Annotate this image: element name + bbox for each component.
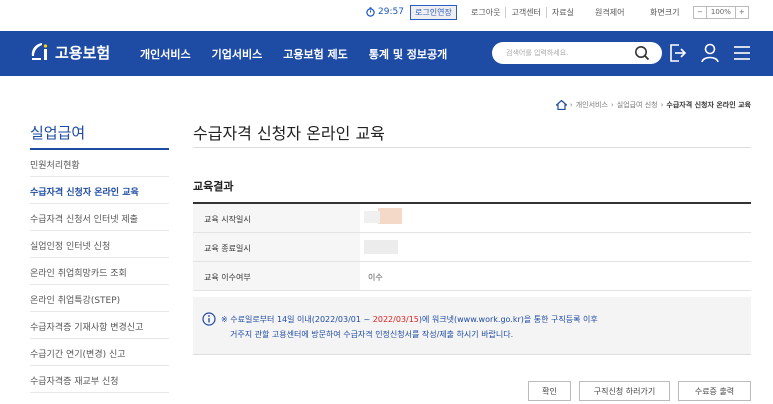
info-icon [202, 312, 216, 326]
global-header: 고용보험 개인서비스 기업서비스 고용보험 제도 통계 및 정보공개 [0, 31, 773, 76]
breadcrumb-current: 수급자격 신청자 온라인 교육 [666, 101, 751, 109]
utility-bar: 29:57 로그인연장 로그아웃 고객센터 자료실 원격제어 화면크기 − 10… [0, 0, 773, 30]
zoom-out-button[interactable]: − [694, 7, 706, 18]
sidebar-item[interactable]: 민원처리현황 [30, 150, 169, 177]
sidebar-item[interactable]: 수급자격 신청서 인터넷 제출 [30, 204, 169, 231]
logout-link[interactable]: 로그아웃 [466, 7, 505, 18]
login-extend-button[interactable]: 로그인연장 [410, 5, 457, 20]
sidebar-list: 민원처리현황 수급자격 신청자 온라인 교육 수급자격 신청서 인터넷 제출 실… [30, 150, 169, 393]
screen-size-label: 화면크기 [650, 8, 680, 17]
result-table: 교육 시작일시 교육 종료일시 교육 이수여부 이수 [193, 202, 751, 291]
logo-icon [31, 43, 48, 60]
sidebar-item[interactable]: 온라인 취업특강(STEP) [30, 285, 169, 312]
session-timer: 29:57 [366, 7, 404, 17]
chevron-right-icon: › [569, 101, 573, 109]
search-box [492, 42, 662, 64]
menu-business[interactable]: 기업서비스 [212, 46, 263, 62]
job-application-button[interactable]: 구직신청 하러가기 [579, 381, 670, 401]
row-label: 교육 종료일시 [193, 233, 360, 261]
notice-line-1: ※ 수료일로부터 14일 이내(2022/03/01 ~ 2022/03/15)… [221, 315, 598, 324]
logo-text: 고용보험 [55, 43, 111, 62]
chevron-right-icon: › [660, 101, 664, 109]
breadcrumb-item[interactable]: 개인서비스 [576, 100, 608, 110]
sidebar-item[interactable]: 수급기간 연기(변경) 신고 [30, 339, 169, 366]
section-title: 교육결과 [193, 180, 234, 193]
table-row: 교육 시작일시 [193, 204, 751, 233]
row-value: 이수 [368, 273, 383, 282]
search-icon[interactable] [634, 45, 650, 61]
customer-center-link[interactable]: 고객센터 [505, 7, 545, 18]
main-menu: 개인서비스 기업서비스 고용보험 제도 통계 및 정보공개 [140, 46, 468, 62]
remote-control-link[interactable]: 원격제어 [595, 7, 624, 18]
table-row: 교육 이수여부 이수 [193, 262, 751, 291]
user-icon[interactable] [700, 42, 720, 64]
row-value [360, 204, 751, 232]
sidebar-title: 실업급여 [30, 122, 169, 150]
sidebar-item[interactable]: 수급자격증 재교부 신청 [30, 366, 169, 393]
home-icon[interactable] [555, 100, 567, 110]
site-logo[interactable]: 고용보험 [29, 41, 110, 63]
action-buttons: 확인 구직신청 하러가기 수료증 출력 [528, 381, 751, 401]
sidebar: 실업급여 민원처리현황 수급자격 신청자 온라인 교육 수급자격 신청서 인터넷… [30, 122, 169, 393]
timer-text: 29:57 [378, 7, 404, 17]
sidebar-item[interactable]: 수급자격증 기재사항 변경신고 [30, 312, 169, 339]
sidebar-item-active[interactable]: 수급자격 신청자 온라인 교육 [30, 177, 169, 204]
zoom-value: 100% [705, 7, 736, 18]
breadcrumb-item[interactable]: 실업급여 신청 [617, 100, 658, 110]
row-value [360, 233, 751, 261]
zoom-in-button[interactable]: + [736, 7, 748, 18]
certificate-print-button[interactable]: 수료증 출력 [678, 381, 751, 401]
redacted-value [364, 208, 402, 224]
timer-icon [366, 7, 375, 17]
menu-insurance-system[interactable]: 고용보험 제도 [283, 46, 348, 62]
row-label: 교육 시작일시 [193, 204, 360, 232]
notice-line-2: 거주지 관할 고용센터에 방문하여 수급자격 인정신청서를 작성/제출 하시기 … [230, 330, 514, 339]
sidebar-item[interactable]: 온라인 취업희망카드 조회 [30, 258, 169, 285]
logout-icon[interactable] [668, 42, 688, 64]
redacted-value [364, 240, 398, 254]
menu-statistics[interactable]: 통계 및 정보공개 [369, 46, 448, 62]
chevron-right-icon: › [610, 101, 614, 109]
resources-link[interactable]: 자료실 [545, 7, 579, 18]
menu-icon[interactable] [732, 42, 752, 64]
sidebar-item[interactable]: 실업인정 인터넷 신청 [30, 231, 169, 258]
page-title: 수급자격 신청자 온라인 교육 [193, 124, 385, 143]
title-divider [193, 147, 751, 148]
utility-links: 로그아웃 고객센터 자료실 [466, 7, 579, 18]
deadline-date: 2022/03/15 [372, 315, 419, 324]
zoom-control: − 100% + [693, 6, 749, 19]
breadcrumb: › 개인서비스 › 실업급여 신청 › 수급자격 신청자 온라인 교육 [555, 100, 751, 110]
notice-box: ※ 수료일로부터 14일 이내(2022/03/01 ~ 2022/03/15)… [193, 297, 751, 355]
search-input[interactable] [506, 46, 624, 60]
row-label: 교육 이수여부 [193, 262, 360, 290]
menu-personal[interactable]: 개인서비스 [140, 46, 191, 62]
confirm-button[interactable]: 확인 [528, 381, 571, 401]
table-row: 교육 종료일시 [193, 233, 751, 262]
